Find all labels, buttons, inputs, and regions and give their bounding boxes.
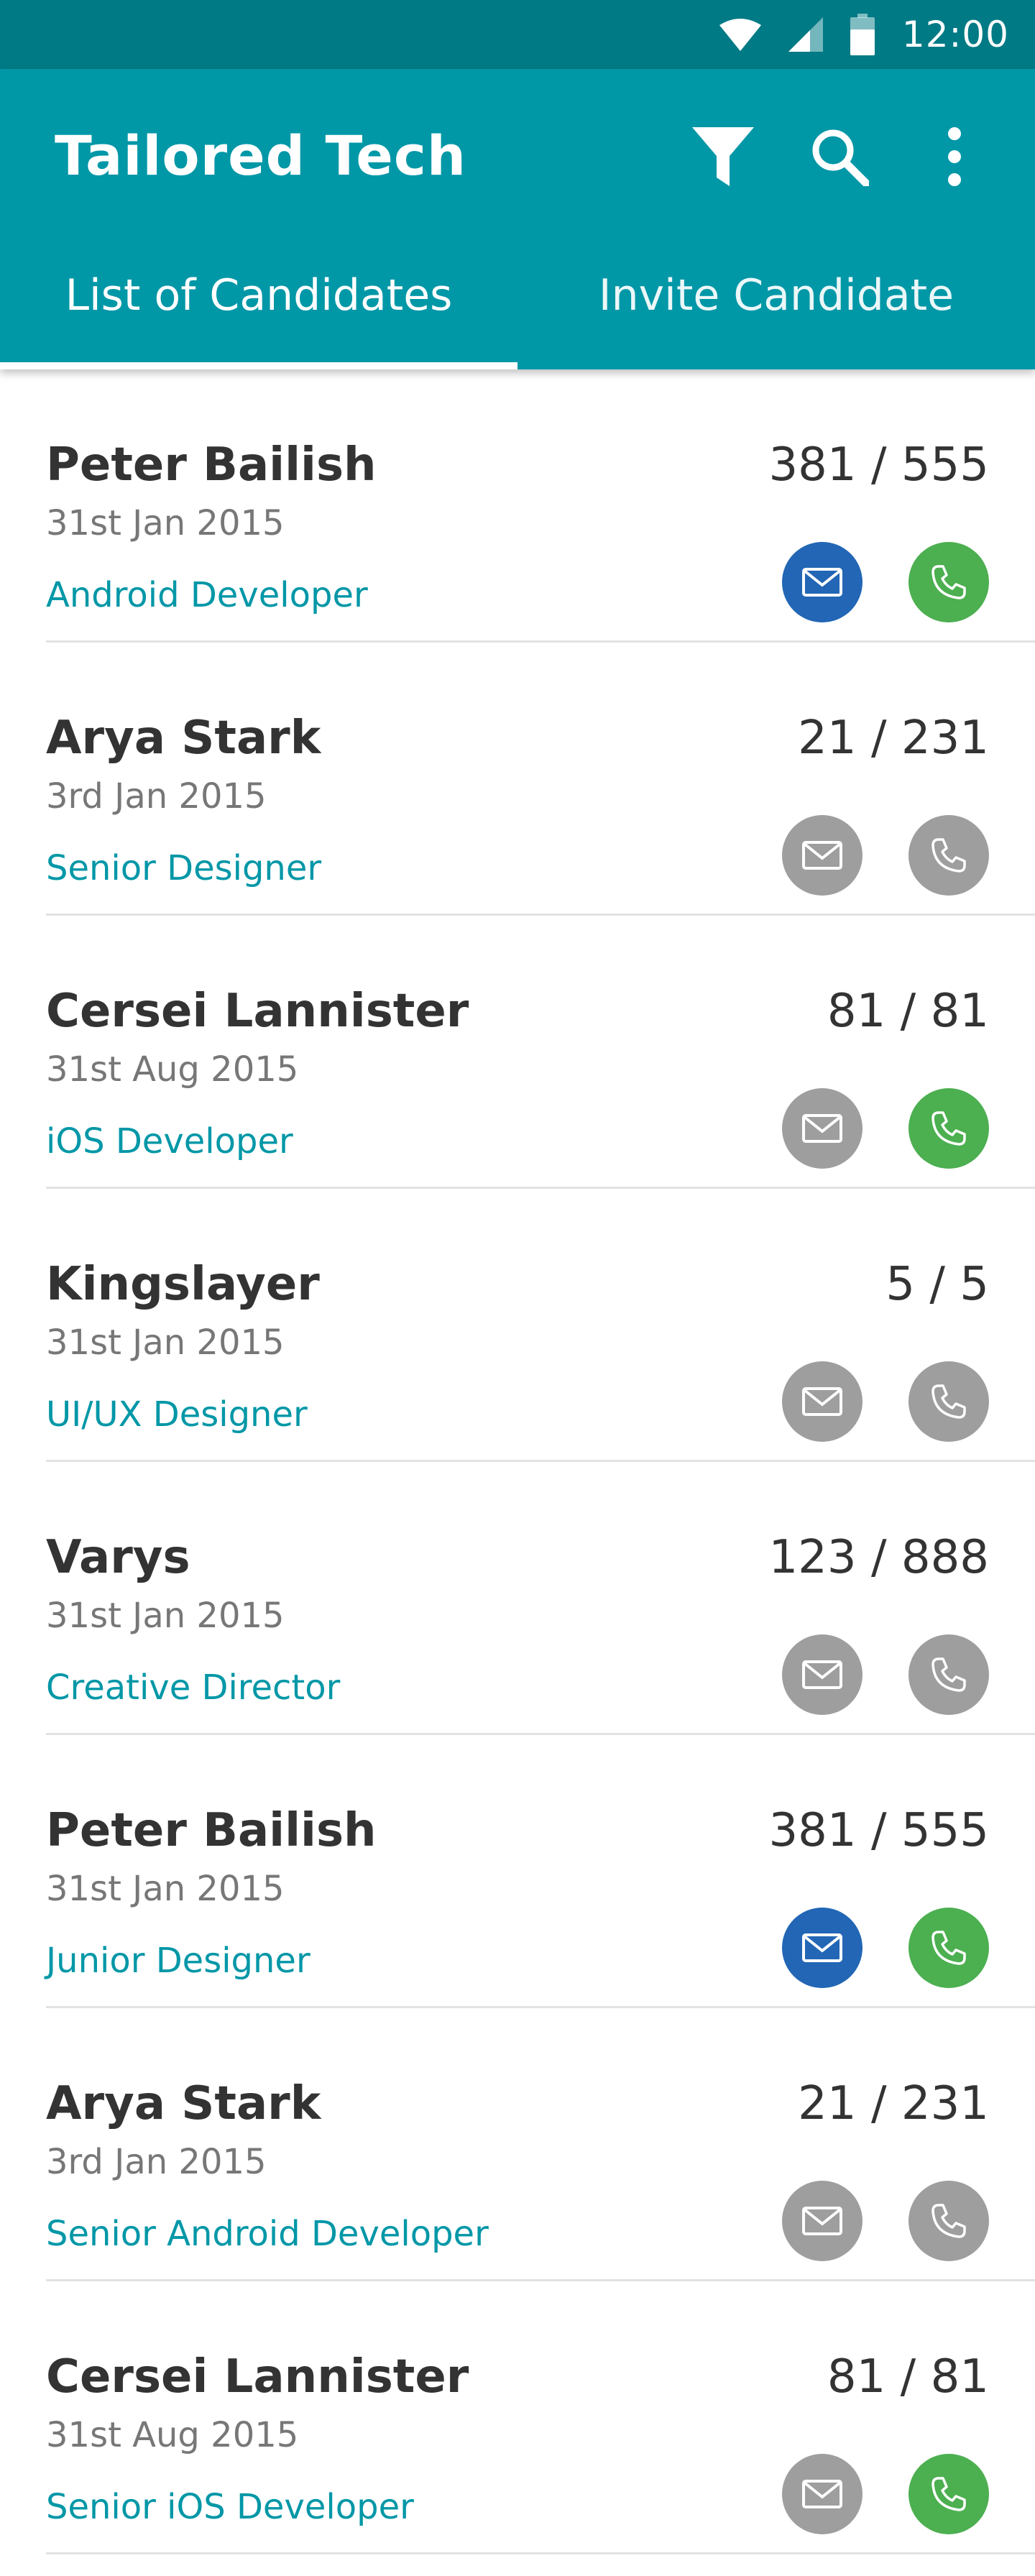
call-button[interactable] [908, 1634, 989, 1715]
candidate-score: 123 / 888 [768, 1531, 989, 1584]
candidate-name: Varys [46, 1531, 190, 1584]
filter-icon[interactable] [680, 114, 766, 200]
candidate-date: 31st Jan 2015 [46, 1322, 285, 1363]
phone-icon [932, 1384, 966, 1419]
candidate-name: Cersei Lannister [46, 2350, 469, 2404]
candidate-date: 31st Aug 2015 [46, 1049, 299, 1090]
candidate-name: Arya Stark [46, 712, 321, 765]
candidate-list: Peter Bailish 31st Jan 2015 Android Deve… [0, 369, 1035, 2554]
candidate-role: UI/UX Designer [46, 1394, 308, 1435]
mail-icon [802, 1114, 842, 1143]
candidate-name: Kingslayer [46, 1258, 320, 1311]
candidate-score: 21 / 231 [798, 2077, 989, 2130]
email-button[interactable] [782, 2454, 862, 2534]
phone-icon [932, 2477, 966, 2511]
candidate-row[interactable]: Cersei Lannister 31st Aug 2015 iOS Devel… [0, 916, 1035, 1189]
candidate-row[interactable]: Peter Bailish 31st Jan 2015 Junior Desig… [0, 1735, 1035, 2008]
signal-icon [788, 17, 823, 52]
mail-icon [802, 2480, 842, 2508]
wifi-icon [719, 18, 761, 51]
search-icon[interactable] [796, 114, 883, 200]
candidate-date: 3rd Jan 2015 [46, 776, 267, 816]
phone-icon [932, 838, 966, 873]
candidate-role: Junior Designer [46, 1941, 310, 1981]
phone-icon [932, 565, 966, 599]
call-button[interactable] [908, 1361, 989, 1442]
tab-bar: List of Candidates Invite Candidate [0, 233, 1035, 369]
candidate-role: Creative Director [46, 1668, 341, 1708]
candidate-row[interactable]: Arya Stark 3rd Jan 2015 Senior Android D… [0, 2008, 1035, 2281]
row-divider [46, 2552, 1035, 2554]
candidate-score: 381 / 555 [768, 1804, 989, 1857]
candidate-score: 381 / 555 [768, 438, 989, 492]
call-button[interactable] [908, 1088, 989, 1169]
mail-icon [802, 1933, 842, 1962]
mail-icon [802, 2207, 842, 2235]
phone-icon [932, 1111, 966, 1146]
candidate-name: Peter Bailish [46, 1804, 377, 1857]
candidate-row[interactable]: Varys 31st Jan 2015 Creative Director 12… [0, 1462, 1035, 1735]
candidate-role: Senior Android Developer [46, 2214, 489, 2254]
candidate-role: Senior iOS Developer [46, 2487, 414, 2527]
candidate-score: 5 / 5 [886, 1258, 989, 1311]
candidate-score: 81 / 81 [827, 2350, 989, 2404]
tab-indicator [0, 362, 518, 369]
candidate-role: iOS Developer [46, 1121, 293, 1162]
candidate-role: Android Developer [46, 575, 368, 615]
candidate-score: 21 / 231 [798, 712, 989, 765]
mail-icon [802, 1660, 842, 1689]
candidate-row[interactable]: Cersei Lannister 31st Aug 2015 Senior iO… [0, 2281, 1035, 2554]
candidate-date: 3rd Jan 2015 [46, 2142, 267, 2182]
candidate-date: 31st Aug 2015 [46, 2415, 299, 2455]
call-button[interactable] [908, 542, 989, 622]
more-vert-icon[interactable] [911, 114, 998, 200]
tab-invite-candidate[interactable]: Invite Candidate [518, 233, 1035, 369]
status-bar: 12:00 [0, 0, 1035, 69]
candidate-date: 31st Jan 2015 [46, 1596, 285, 1636]
tab-list-of-candidates[interactable]: List of Candidates [0, 233, 518, 369]
candidate-name: Arya Stark [46, 2077, 321, 2130]
call-button[interactable] [908, 1908, 989, 1988]
email-button[interactable] [782, 815, 862, 896]
call-button[interactable] [908, 815, 989, 896]
candidate-row[interactable]: Arya Stark 3rd Jan 2015 Senior Designer … [0, 643, 1035, 916]
candidate-name: Cersei Lannister [46, 985, 469, 1038]
email-button[interactable] [782, 1361, 862, 1442]
tab-label: List of Candidates [65, 270, 453, 321]
status-time: 12:00 [901, 14, 1009, 55]
candidate-role: Senior Designer [46, 848, 322, 888]
phone-icon [932, 2204, 966, 2238]
tab-label: Invite Candidate [598, 270, 954, 321]
call-button[interactable] [908, 2181, 989, 2261]
mail-icon [802, 1387, 842, 1416]
email-button[interactable] [782, 542, 862, 622]
phone-icon [932, 1657, 966, 1692]
candidate-score: 81 / 81 [827, 985, 989, 1038]
battery-icon [850, 14, 875, 55]
email-button[interactable] [782, 2181, 862, 2261]
candidate-row[interactable]: Peter Bailish 31st Jan 2015 Android Deve… [0, 369, 1035, 643]
mail-icon [802, 841, 842, 870]
email-button[interactable] [782, 1634, 862, 1715]
candidate-date: 31st Jan 2015 [46, 1869, 285, 1909]
candidate-row[interactable]: Kingslayer 31st Jan 2015 UI/UX Designer … [0, 1189, 1035, 1462]
phone-icon [932, 1931, 966, 1965]
candidate-name: Peter Bailish [46, 438, 377, 492]
app-title: Tailored Tech [55, 124, 466, 188]
candidate-date: 31st Jan 2015 [46, 503, 285, 543]
call-button[interactable] [908, 2454, 989, 2534]
mail-icon [802, 568, 842, 597]
email-button[interactable] [782, 1088, 862, 1169]
email-button[interactable] [782, 1908, 862, 1988]
app-bar: Tailored Tech List of Candidates Invite … [0, 69, 1035, 369]
